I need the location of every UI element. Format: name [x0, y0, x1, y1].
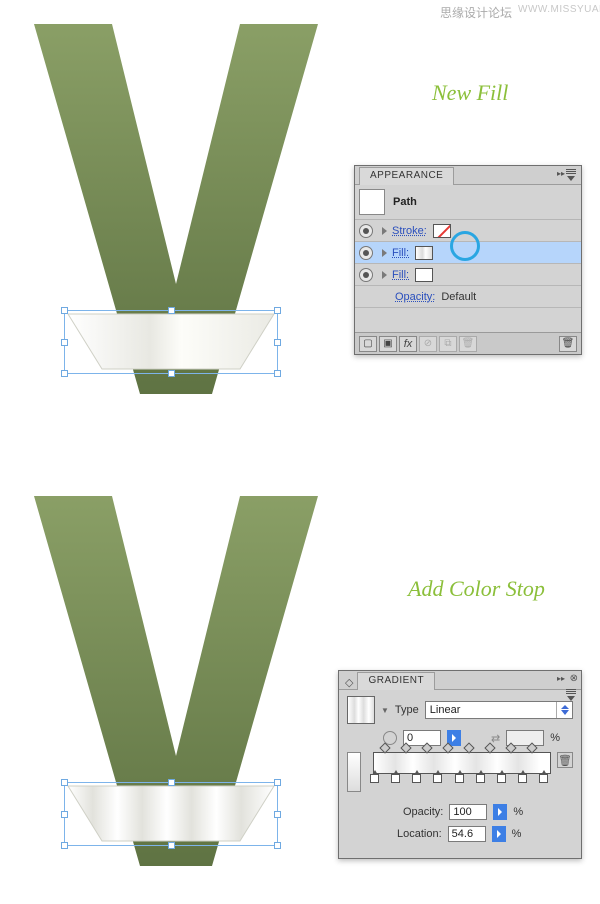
opacity-label[interactable]: Opacity: [395, 291, 435, 303]
type-label: Type [395, 704, 419, 716]
fill-label[interactable]: Fill: [392, 269, 409, 281]
visibility-eye-icon[interactable] [359, 224, 373, 238]
location-label: Location: [397, 828, 442, 840]
new-fill-button[interactable]: ▣ [379, 336, 397, 352]
reverse-gradient-icon[interactable]: ⇄ [491, 732, 500, 745]
gradient-ramp[interactable] [373, 752, 551, 774]
location-input[interactable]: 54.6 [448, 826, 486, 842]
handle-w[interactable] [61, 811, 68, 818]
visibility-eye-icon[interactable] [359, 246, 373, 260]
delete-stop-icon[interactable]: 🗑 [557, 752, 573, 768]
appearance-panel[interactable]: APPEARANCE ▸▸ Path Stroke: Fill: Fill: O… [354, 165, 582, 355]
handle-nw[interactable] [61, 307, 68, 314]
selection-bbox[interactable] [64, 782, 278, 846]
dropdown-icon[interactable] [556, 702, 572, 718]
duplicate-button[interactable]: ⧉ [439, 336, 457, 352]
delete-button[interactable]: 🗑 [459, 336, 477, 352]
fill-label[interactable]: Fill: [392, 247, 409, 259]
gradient-color-stop[interactable] [539, 774, 548, 783]
add-effect-button[interactable]: fx [399, 336, 417, 352]
canvas-top [4, 24, 334, 414]
percent-symbol: % [550, 732, 560, 744]
handle-n[interactable] [168, 779, 175, 786]
handle-e[interactable] [274, 811, 281, 818]
handle-s[interactable] [168, 842, 175, 849]
fill-row-selected[interactable]: Fill: [355, 242, 581, 264]
opacity-value: Default [441, 291, 476, 303]
new-stroke-button[interactable]: ▢ [359, 336, 377, 352]
handle-ne[interactable] [274, 779, 281, 786]
angle-input[interactable]: 0 [403, 730, 441, 746]
fill-row-2[interactable]: Fill: [355, 264, 581, 286]
expand-icon[interactable] [382, 227, 387, 235]
handle-sw[interactable] [61, 842, 68, 849]
opacity-stepper[interactable] [493, 804, 507, 820]
object-type-label: Path [393, 196, 417, 208]
expand-icon[interactable] [382, 271, 387, 279]
gradient-color-stop[interactable] [412, 774, 421, 783]
clear-button[interactable]: ⊘ [419, 336, 437, 352]
gradient-panel[interactable]: ◇ GRADIENT ⊗ ▸▸ ▼ Type Linear 0 ⇄ % [338, 670, 582, 859]
tab-gradient[interactable]: GRADIENT [357, 672, 435, 690]
panel-menu-icon[interactable] [564, 689, 578, 701]
stroke-swatch-none[interactable] [433, 224, 451, 238]
handle-w[interactable] [61, 339, 68, 346]
panel-close-icon[interactable]: ⊗ [570, 673, 578, 684]
annotation-new-fill: New Fill [432, 80, 508, 106]
fill-swatch-gradient[interactable] [415, 246, 433, 260]
handle-e[interactable] [274, 339, 281, 346]
percent-symbol: % [512, 828, 522, 840]
gradient-color-stop[interactable] [433, 774, 442, 783]
panel-expand-diamond-icon[interactable]: ◇ [345, 676, 353, 689]
gradient-body: ▼ Type Linear 0 ⇄ % 🗑 Opacity: 100 [339, 690, 581, 858]
panel-collapse-icon[interactable]: ▸▸ [557, 674, 565, 683]
stroke-row[interactable]: Stroke: [355, 220, 581, 242]
gradient-color-stop[interactable] [497, 774, 506, 783]
visibility-eye-icon[interactable] [359, 268, 373, 282]
object-thumbnail [359, 189, 385, 215]
location-stepper[interactable] [492, 826, 506, 842]
gradient-thumbnail[interactable] [347, 696, 375, 724]
gradient-color-stop[interactable] [476, 774, 485, 783]
opacity-label: Opacity: [403, 806, 443, 818]
gradient-color-stop[interactable] [391, 774, 400, 783]
gradient-color-stop[interactable] [518, 774, 527, 783]
handle-s[interactable] [168, 370, 175, 377]
opacity-input[interactable]: 100 [449, 804, 487, 820]
handle-ne[interactable] [274, 307, 281, 314]
selection-bbox[interactable] [64, 310, 278, 374]
panel-menu-icon[interactable] [564, 169, 578, 181]
annotation-add-color-stop: Add Color Stop [408, 576, 545, 602]
opacity-row[interactable]: Opacity: Default [355, 286, 581, 308]
gradient-color-stop[interactable] [455, 774, 464, 783]
handle-se[interactable] [274, 842, 281, 849]
appearance-object-row: Path [355, 185, 581, 220]
panel-tabbar: ◇ GRADIENT [339, 671, 581, 690]
type-value: Linear [430, 704, 461, 716]
type-select[interactable]: Linear [425, 701, 573, 719]
tab-appearance[interactable]: APPEARANCE [359, 167, 454, 185]
handle-sw[interactable] [61, 370, 68, 377]
handle-n[interactable] [168, 307, 175, 314]
panel-tabbar: APPEARANCE [355, 166, 581, 185]
trash-icon[interactable]: 🗑 [559, 336, 577, 352]
watermark-en: WWW.MISSYUAN.COM [518, 4, 600, 15]
stroke-label[interactable]: Stroke: [392, 225, 427, 237]
fill-swatch-white[interactable] [415, 268, 433, 282]
canvas-bottom [4, 496, 334, 886]
appearance-footer: ▢ ▣ fx ⊘ ⧉ 🗑 🗑 [355, 332, 581, 354]
handle-nw[interactable] [61, 779, 68, 786]
gradient-fill-swatch[interactable] [347, 752, 361, 792]
handle-se[interactable] [274, 370, 281, 377]
expand-icon[interactable] [382, 249, 387, 257]
percent-symbol: % [513, 806, 523, 818]
gradient-color-stop[interactable] [370, 774, 379, 783]
watermark-cn: 思缘设计论坛 [440, 4, 512, 21]
